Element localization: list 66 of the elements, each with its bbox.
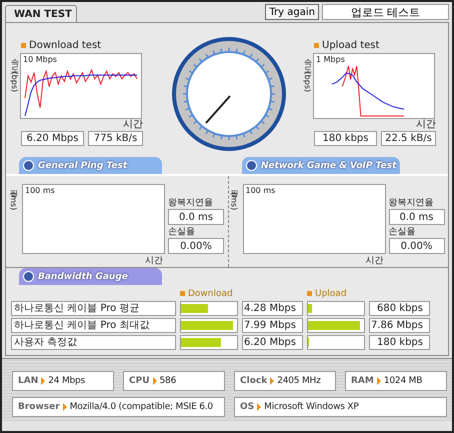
- info-label: Clock: [240, 376, 268, 386]
- wan-test-tab[interactable]: WAN TEST: [5, 5, 77, 22]
- info-label: CPU: [129, 376, 150, 386]
- latency-label: 왕복지연율: [168, 198, 214, 209]
- arrow-icon: [376, 377, 381, 385]
- value-cell: 4.28 Mbps: [242, 301, 303, 316]
- value-cell: 6.20 Mbps: [242, 335, 303, 350]
- name-cell: 하나로통신 케이블 Pro 평균: [11, 301, 176, 316]
- scale-label: 100 ms: [246, 186, 276, 195]
- axis-label: 속도 (bps): [9, 53, 20, 94]
- info-label: OS: [240, 402, 254, 412]
- test-name-field[interactable]: 업로드 테스트: [322, 4, 449, 20]
- axis-label: 핑(ms): [228, 184, 240, 212]
- bullet-icon: [307, 291, 312, 296]
- latency-label: 왕복지연율: [388, 198, 434, 209]
- column-header: Upload: [315, 288, 347, 298]
- column-header: Download: [188, 288, 233, 298]
- latency-field: 0.0 ms: [168, 209, 224, 225]
- bullet-icon: [21, 42, 26, 48]
- section-title: Bandwidth Gauge: [38, 272, 128, 282]
- info-value: 1024 MB: [384, 376, 422, 386]
- axis-label: 시간: [145, 256, 163, 266]
- axis-label: 핑(ms): [8, 184, 19, 212]
- info-value: 586: [160, 376, 176, 386]
- chart-title: Upload test: [322, 40, 380, 50]
- reading-field: 6.20 Mbps: [21, 131, 84, 146]
- chart-title: Download test: [29, 40, 102, 50]
- loss-field: 0.00%: [168, 238, 224, 254]
- axis-label: 시간: [123, 119, 143, 131]
- arrow-icon: [41, 377, 46, 385]
- value-cell: 680 kbps: [369, 301, 430, 316]
- arrow-icon: [152, 377, 157, 385]
- try-again-button[interactable]: Try again: [265, 4, 319, 20]
- name-cell: 사용자 측정값: [11, 335, 176, 350]
- reading-field: 180 kbps: [314, 131, 377, 146]
- section-title: Network Game & VoIP Test: [261, 160, 396, 170]
- info-value: 24 Mbps: [48, 376, 86, 386]
- loss-label: 손실율: [388, 227, 416, 238]
- info-value: Microsoft Windows XP: [264, 402, 359, 412]
- axis-label: 속도 (bps): [302, 53, 313, 94]
- section-title: General Ping Test: [38, 160, 128, 170]
- arrow-icon: [270, 377, 274, 385]
- loss-field: 0.00%: [388, 238, 444, 254]
- value-cell: 7.86 Mbps: [369, 318, 430, 333]
- arrow-icon: [257, 403, 262, 411]
- info-label: LAN: [18, 376, 38, 386]
- axis-label: 시간: [416, 119, 436, 131]
- info-value: Mozilla/4.0 (compatible; MSIE 6.0: [70, 402, 213, 412]
- value-cell: 180 kbps: [369, 335, 430, 350]
- info-value: 2405 MHz: [277, 376, 321, 386]
- info-label: RAM: [351, 376, 374, 386]
- line-graph-drawing: [332, 66, 404, 116]
- value-cell: 7.99 Mbps: [242, 318, 303, 333]
- info-label: Browser: [18, 402, 60, 412]
- axis-label: 시간: [366, 256, 384, 266]
- bullet-icon: [314, 42, 319, 48]
- scale-label: 100 ms: [25, 186, 55, 195]
- loss-label: 손실율: [168, 227, 196, 238]
- reading-field: 775 kB/s: [88, 131, 143, 146]
- latency-field: 0.0 ms: [388, 209, 444, 225]
- arrow-icon: [62, 403, 67, 411]
- scale-label: 10 Mbps: [23, 55, 57, 64]
- reading-field: 22.5 kB/s: [381, 131, 436, 146]
- scale-label: 1 Mbps: [316, 55, 345, 64]
- bullet-icon: [180, 291, 185, 296]
- name-cell: 하나로통신 케이블 Pro 최대값: [11, 318, 176, 333]
